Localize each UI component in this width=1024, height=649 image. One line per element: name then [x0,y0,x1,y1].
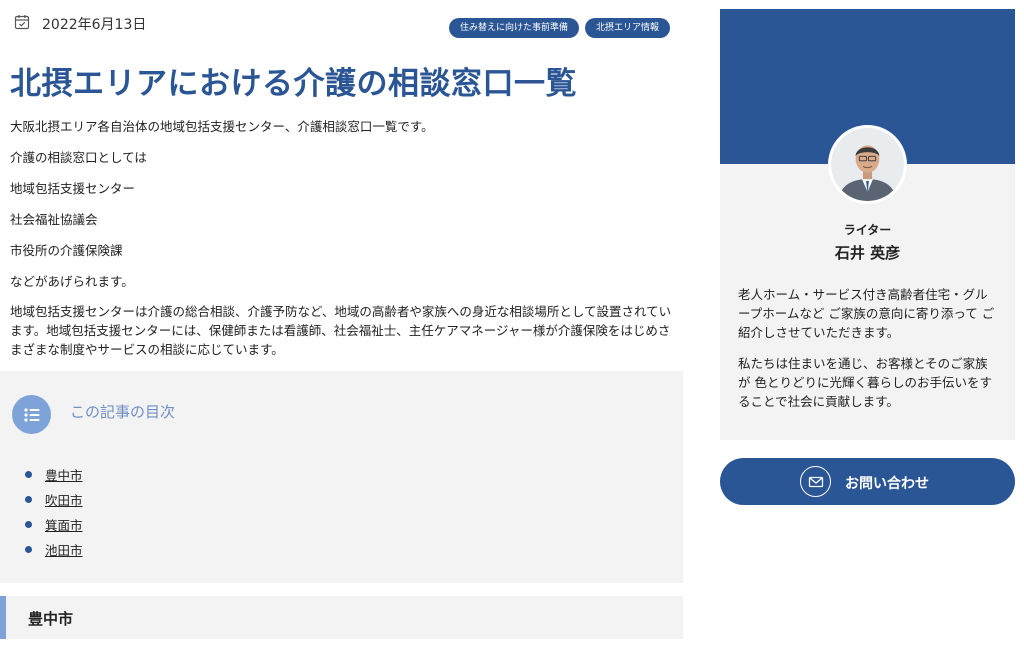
toc-title: この記事の目次 [70,403,176,421]
tag-pre-move-preparation[interactable]: 住み替えに向けた事前準備 [448,18,579,38]
bullet-icon [25,471,32,478]
writer-profile-card: ライター 石井 英彦 老人ホーム・サービス付き高齢者住宅・グループホームなど ご… [720,9,1015,440]
paragraph-consult-windows: 介護の相談窓口としては [10,150,147,165]
contact-button-label: お問い合わせ [845,476,929,492]
article-body: 大阪北摂エリア各自治体の地域包括支援センター、介護相談窓口一覧です。 介護の相談… [10,117,675,371]
list-item: 豊中市 [25,462,83,487]
list-item: 池田市 [25,537,83,562]
bullet-icon [25,496,32,503]
section-heading-text: 豊中市 [28,610,74,628]
contact-button[interactable]: お問い合わせ [720,458,1015,505]
writer-bio: 老人ホーム・サービス付き高齢者住宅・グループホームなど ご家族の意向に寄り添って… [738,285,998,423]
bio-paragraph: 老人ホーム・サービス付き高齢者住宅・グループホームなど ご家族の意向に寄り添って… [738,287,995,340]
bullet-icon [25,521,32,528]
bio-paragraph: 私たちは住まいを通じ、お客様とそのご家族が 色とりどりに光輝く暮らしのお手伝いを… [738,356,992,409]
list-item: 箕面市 [25,512,83,537]
avatar [828,125,907,204]
table-of-contents: この記事の目次 豊中市 吹田市 箕面市 池田市 [0,371,683,583]
category-tags: 住み替えに向けた事前準備 北摂エリア情報 [448,18,670,38]
paragraph-item-city-office: 市役所の介護保険課 [10,243,123,258]
paragraph-item-center: 地域包括支援センター [10,181,136,196]
toc-link-suita[interactable]: 吹田市 [45,490,83,509]
writer-name: 石井 英彦 [834,244,901,262]
paragraph-center-description: 地域包括支援センターは介護の総合相談、介護予防など、地域の高齢者や家族への身近な… [10,304,672,357]
list-item: 吹田市 [25,487,83,512]
toc-link-ikeda[interactable]: 池田市 [45,540,83,559]
tag-hokusetsu-area-info[interactable]: 北摂エリア情報 [584,18,670,38]
page-title: 北摂エリアにおける介護の相談窓口一覧 [10,66,577,102]
toc-link-minoh[interactable]: 箕面市 [45,515,83,534]
toc-link-toyonaka[interactable]: 豊中市 [45,465,83,484]
paragraph-item-council: 社会福祉協議会 [10,212,98,227]
bullet-icon [25,546,32,553]
post-date-text: 2022年6月13日 [42,17,147,33]
toc-list: 豊中市 吹田市 箕面市 池田市 [25,462,83,562]
paragraph-etc: などがあげられます。 [10,274,134,289]
post-date: 2022年6月13日 [14,14,146,34]
article-meta: 2022年6月13日 住み替えに向けた事前準備 北摂エリア情報 [14,14,670,38]
intro-paragraph: 大阪北摂エリア各自治体の地域包括支援センター、介護相談窓口一覧です。 [10,119,434,134]
writer-role: ライター [843,223,892,237]
calendar-icon [14,14,30,34]
mail-icon [800,466,831,497]
list-icon [12,395,51,434]
section-heading: 豊中市 [0,596,683,639]
